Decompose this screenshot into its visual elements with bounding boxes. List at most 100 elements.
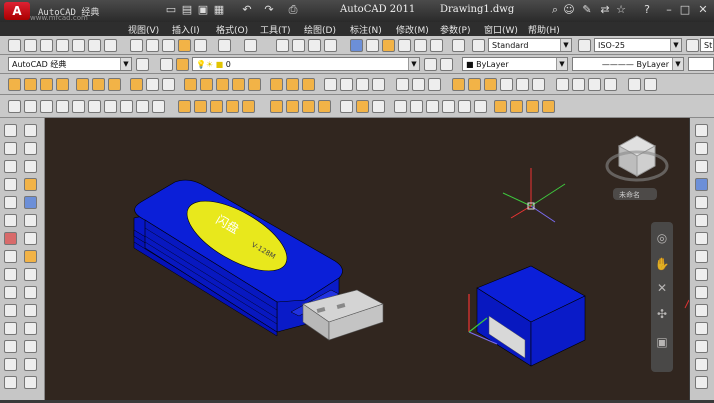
stretch-r-icon[interactable] [695,250,708,263]
help-icon[interactable]: ? [640,3,654,17]
markup-icon[interactable] [414,39,427,52]
layer-manager-icon[interactable] [160,58,173,71]
dim-icon[interactable] [695,160,708,173]
fillet-icon[interactable] [24,376,37,389]
undo-icon[interactable]: ↶ [240,3,254,17]
shell-icon[interactable] [302,100,315,113]
pan-hand-icon[interactable]: ✋ [654,256,670,272]
layer-state-icon[interactable] [176,58,189,71]
loft-icon[interactable] [248,78,261,91]
rotate-r-icon[interactable] [695,214,708,227]
make-block-icon[interactable] [4,340,17,353]
visual-style-5-icon[interactable] [458,100,471,113]
erase-icon[interactable] [24,124,37,137]
hatch-icon[interactable] [4,376,17,389]
designcenter-icon[interactable] [366,39,379,52]
save-icon[interactable]: ▣ [196,3,210,17]
make-current-icon[interactable] [424,58,437,71]
view-back-icon[interactable] [532,78,545,91]
print-icon[interactable]: ⎙ [286,3,300,17]
textstyle-icon[interactable] [472,39,485,52]
pencil-icon[interactable] [695,124,708,137]
extrude-icon[interactable] [184,78,197,91]
zoom-previous-icon[interactable] [324,39,337,52]
planar-icon[interactable] [162,78,175,91]
toolpalettes-icon[interactable] [382,39,395,52]
qnew-icon[interactable] [8,39,21,52]
search-icon[interactable]: ⌕ [548,3,562,17]
orbit-icon[interactable] [628,78,641,91]
trim-r-icon[interactable] [695,268,708,281]
offset-icon[interactable] [24,178,37,191]
light-icon[interactable] [542,100,555,113]
lineweight-combo[interactable] [688,57,714,71]
textstyle-combo[interactable]: Standard ▼ [488,38,572,52]
cylinder-icon[interactable] [92,78,105,91]
visual-style-4-icon[interactable] [442,100,455,113]
sweep-icon[interactable] [216,78,229,91]
redo-icon[interactable]: ↷ [262,3,276,17]
saveas-icon[interactable]: ▦ [212,3,226,17]
chamfer-icon[interactable] [24,358,37,371]
trim-icon[interactable] [24,286,37,299]
open-tb-icon[interactable] [24,39,37,52]
undo-tb-icon[interactable] [218,39,231,52]
copy-faces-icon[interactable] [194,100,207,113]
xline-icon[interactable] [4,142,17,155]
favorite-icon[interactable]: ☆ [614,3,628,17]
chamfer-edge-icon[interactable] [356,100,369,113]
visual-style-6-icon[interactable] [474,100,487,113]
align3d-icon[interactable] [356,78,369,91]
revolve-icon[interactable] [232,78,245,91]
dim-aligned-icon[interactable] [695,178,708,191]
pyramid-icon[interactable] [130,78,143,91]
close-icon[interactable]: ✕ [696,3,710,17]
extract-edges-icon[interactable] [72,100,85,113]
ellipse-arc-icon[interactable] [4,304,17,317]
clean-icon[interactable] [270,100,283,113]
explode-icon[interactable] [695,376,708,389]
copy-icon[interactable] [146,39,159,52]
union-icon[interactable] [270,78,283,91]
visual-style-3-icon[interactable] [426,100,439,113]
scale-r-icon[interactable] [695,232,708,245]
insert-block-icon[interactable] [4,322,17,335]
stretch-icon[interactable] [24,268,37,281]
minimize-icon[interactable]: – [662,3,676,17]
offset-faces-icon[interactable] [120,100,133,113]
array-icon[interactable] [24,196,37,209]
ellipse-icon[interactable] [4,286,17,299]
extend-r-icon[interactable] [695,286,708,299]
block-editor-icon[interactable] [194,39,207,52]
iso-sw-icon[interactable] [556,78,569,91]
drawing-canvas[interactable]: 闪盘 V-128M 未命名 ◎ ✋ ✕ ✣ ▣ [45,118,690,400]
subtract-icon[interactable] [286,78,299,91]
delete-faces-icon[interactable] [136,100,149,113]
redo-tb-icon[interactable] [244,39,257,52]
layer-previous-icon[interactable] [440,58,453,71]
polygon-icon[interactable] [4,178,17,191]
menu-tools[interactable]: 工具(T) [260,23,291,36]
people-icon[interactable]: ☺ [562,3,576,17]
layer-combo[interactable]: 💡☀ ■ 0 ▼ [192,57,420,71]
menu-window[interactable]: 窗口(W) [484,23,518,36]
help-tb-icon[interactable] [452,39,465,52]
viewcube[interactable]: 未命名 [605,130,669,213]
steeringwheel-icon[interactable]: ◎ [654,230,670,246]
iso-nw-icon[interactable] [604,78,617,91]
rotate3d-icon[interactable] [340,78,353,91]
helix-icon[interactable] [146,78,159,91]
rectangle-icon[interactable] [4,196,17,209]
paste-icon[interactable] [162,39,175,52]
view-left-icon[interactable] [484,78,497,91]
circle-icon[interactable] [4,232,17,245]
break-icon[interactable] [24,322,37,335]
move-r-icon[interactable] [695,196,708,209]
line-icon[interactable] [4,124,17,137]
render-icon[interactable] [372,100,385,113]
menu-help[interactable]: 帮助(H) [528,23,560,36]
preview-icon[interactable] [72,39,85,52]
tablestyle-icon[interactable] [686,39,699,52]
torus-icon[interactable] [108,78,121,91]
autocad-logo[interactable]: A [4,2,30,20]
